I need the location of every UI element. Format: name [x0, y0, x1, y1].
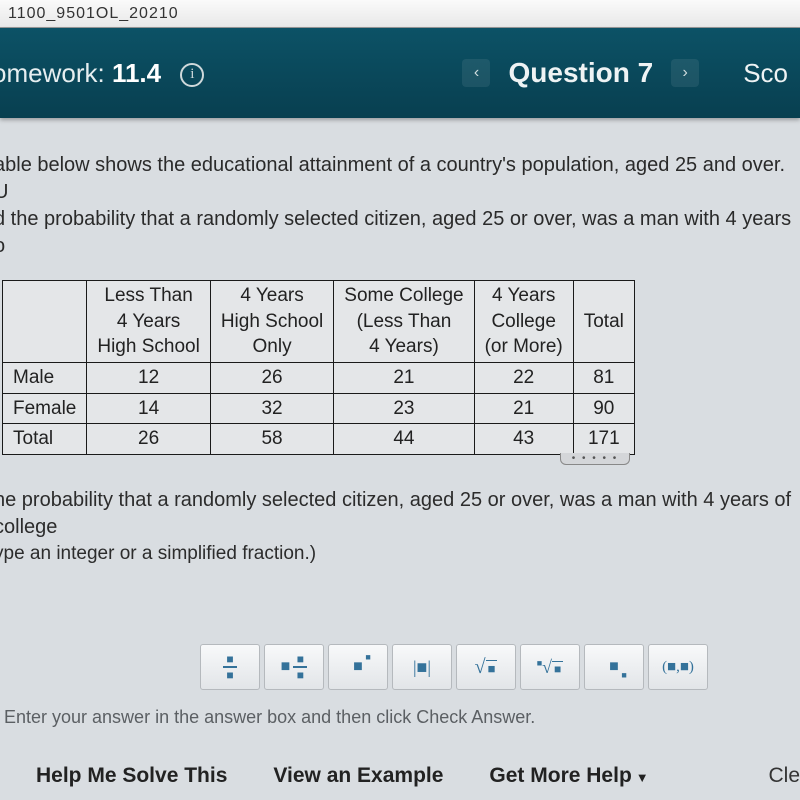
caret-down-icon: ▼ [636, 770, 649, 785]
fraction-button[interactable]: ■■ [200, 644, 260, 690]
col-header: Less Than 4 Years High School [87, 281, 210, 363]
sqrt-button[interactable]: √■ [456, 644, 516, 690]
window-tab-row: 1100_9501OL_20210 [0, 0, 800, 28]
table-header-row: Less Than 4 Years High School 4 Years Hi… [3, 281, 635, 363]
question-intro: able below shows the educational attainm… [0, 152, 800, 260]
subscript-button[interactable]: ■■ [584, 644, 644, 690]
math-toolbar: ■■ ■ ■■ ■■ |■| √■ ■√■ ■■ (■,■) [0, 644, 800, 690]
question-nav: ‹ Question 7 › Sco [462, 57, 788, 89]
help-me-solve-link[interactable]: Help Me Solve This [36, 764, 227, 788]
enter-hint: Enter your answer in the answer box and … [4, 707, 535, 728]
ordered-pair-button[interactable]: (■,■) [648, 644, 708, 690]
col-header-total: Total [573, 281, 634, 363]
col-header: 4 Years High School Only [210, 281, 333, 363]
nth-root-button[interactable]: ■√■ [520, 644, 580, 690]
score-label: Sco [743, 58, 788, 89]
get-more-help-link[interactable]: Get More Help▼ [489, 764, 648, 788]
homework-title: omework: 11.4 i [0, 58, 204, 89]
table-row: Male 12 26 21 22 81 [3, 362, 635, 393]
table-row: Female 14 32 23 21 90 [3, 393, 635, 424]
exponent-button[interactable]: ■■ [328, 644, 388, 690]
data-table: Less Than 4 Years High School 4 Years Hi… [2, 280, 635, 455]
col-header: Some College (Less Than 4 Years) [334, 281, 474, 363]
mixed-fraction-button[interactable]: ■ ■■ [264, 644, 324, 690]
truncated-title: 1100_9501OL_20210 [8, 5, 179, 23]
assignment-header: omework: 11.4 i ‹ Question 7 › Sco [0, 28, 800, 118]
table-row: Total 26 58 44 43 171 [3, 424, 635, 455]
question-label: Question 7 [508, 57, 653, 89]
expand-handle[interactable]: • • • • • [560, 453, 630, 465]
question-content: able below shows the educational attainm… [0, 118, 800, 566]
view-example-link[interactable]: View an Example [273, 764, 443, 788]
clear-button[interactable]: Cle [768, 764, 800, 788]
next-question-button[interactable]: › [671, 59, 699, 87]
info-icon[interactable]: i [180, 63, 204, 87]
answer-prompt: he probability that a randomly selected … [0, 487, 800, 567]
col-header: 4 Years College (or More) [474, 281, 573, 363]
bottom-links: Help Me Solve This View an Example Get M… [0, 764, 800, 788]
prev-question-button[interactable]: ‹ [462, 59, 490, 87]
absolute-value-button[interactable]: |■| [392, 644, 452, 690]
